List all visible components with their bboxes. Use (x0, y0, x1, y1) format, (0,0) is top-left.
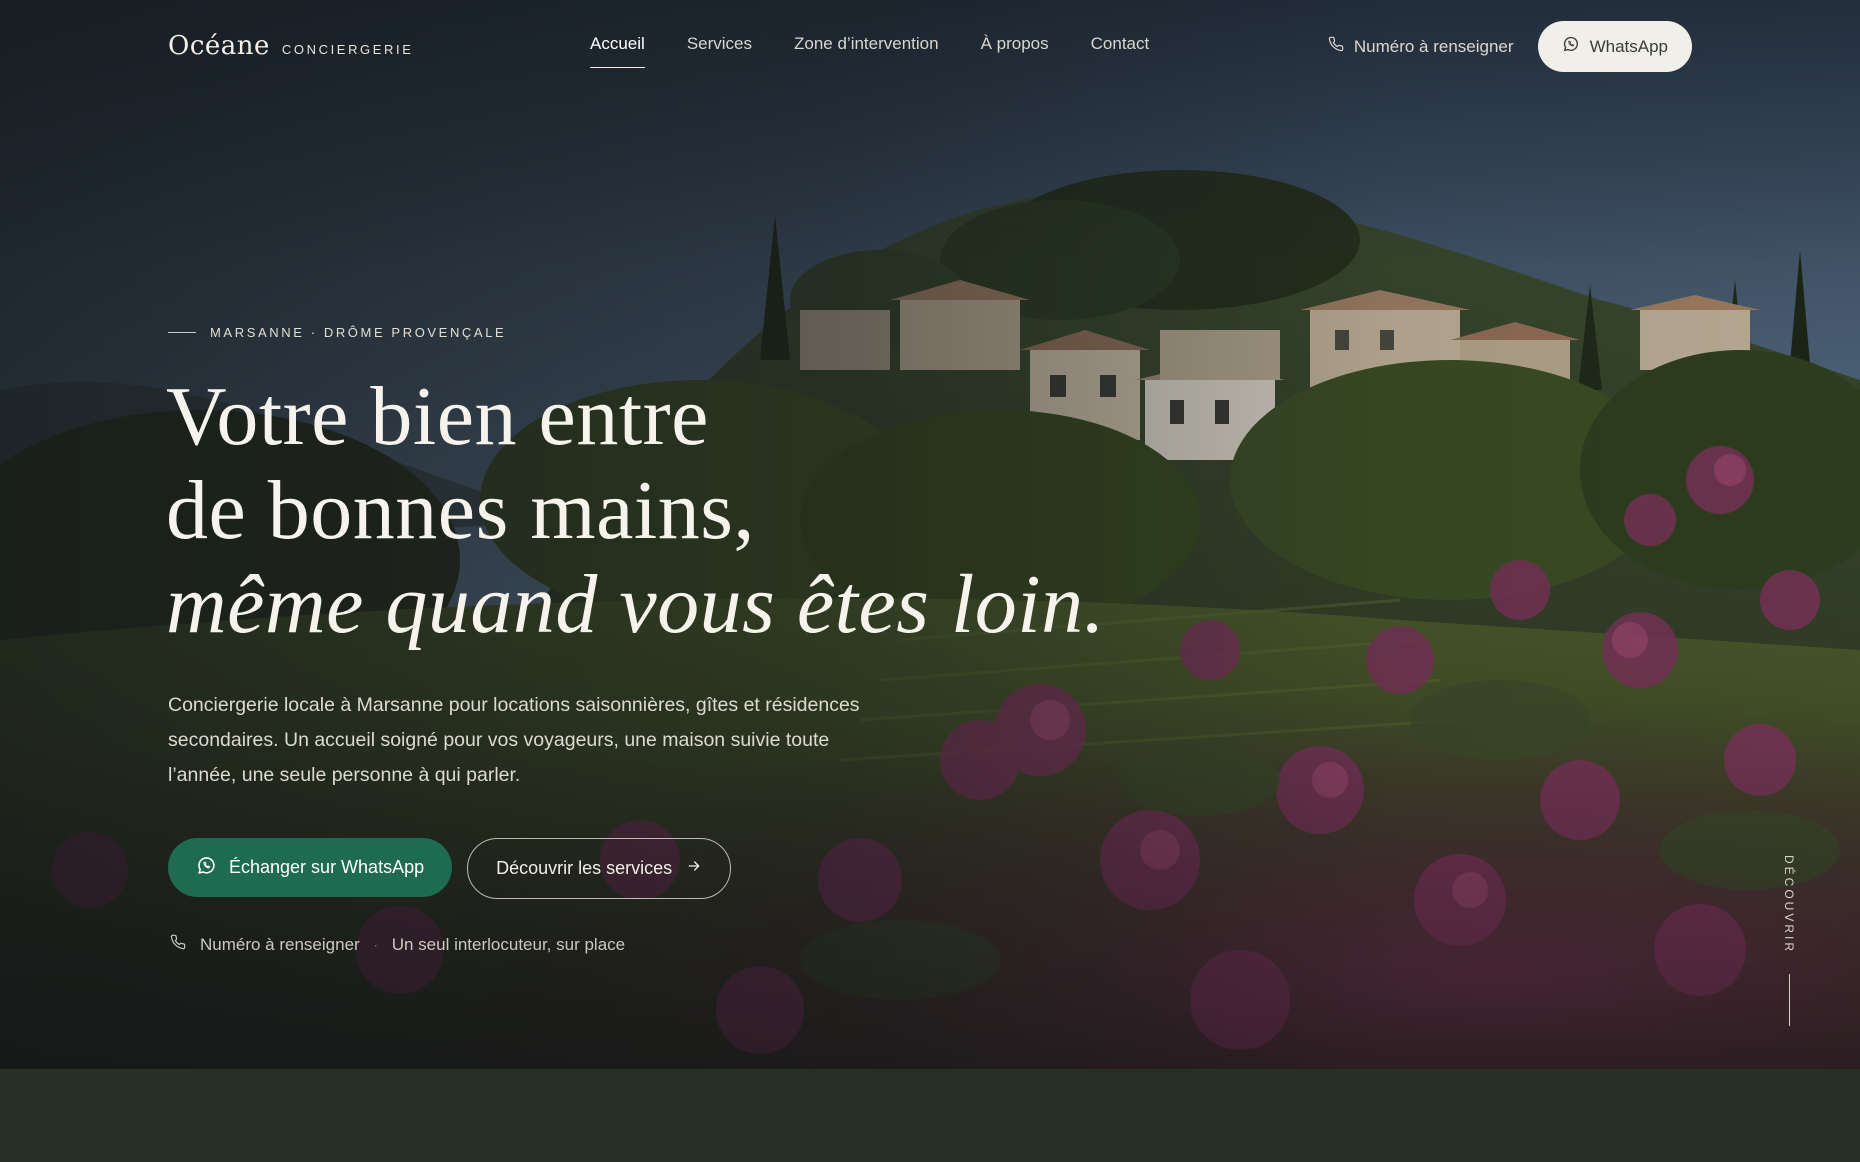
headline-line-1: Votre bien entre (166, 370, 709, 463)
services-cta-label: Découvrir les services (496, 858, 673, 878)
scroll-label: DÉCOUVRIR (1782, 855, 1796, 955)
whatsapp-cta-label: Échanger sur WhatsApp (229, 857, 425, 877)
nav-item-accueil[interactable]: Accueil (590, 34, 645, 68)
header-phone-link[interactable]: Numéro à renseigner (1328, 36, 1514, 57)
whatsapp-icon (196, 855, 217, 881)
nav-item-zone[interactable]: Zone d’intervention (794, 34, 939, 68)
nav-item-a-propos[interactable]: À propos (981, 34, 1049, 68)
scroll-line (1788, 974, 1790, 1027)
headline-line-3: même quand vous êtes loin. (166, 558, 1106, 651)
header-actions: Numéro à renseigner WhatsApp (1328, 21, 1692, 72)
whatsapp-cta-button[interactable]: Échanger sur WhatsApp (168, 838, 453, 897)
scroll-cue[interactable]: DÉCOUVRIR (1782, 855, 1796, 1027)
hero-eyebrow: MARSANNE · DRÔME PROVENÇALE (168, 325, 506, 340)
logo[interactable]: Océane CONCIERGERIE (168, 31, 414, 61)
meta-separator: · (373, 937, 378, 952)
header-whatsapp-label: WhatsApp (1589, 36, 1668, 56)
hero-headline: Votre bien entre de bonnes mains, même q… (166, 370, 1105, 652)
phone-icon (170, 934, 186, 955)
nav-item-services[interactable]: Services (687, 34, 752, 68)
nav-item-contact[interactable]: Contact (1091, 34, 1150, 68)
header-whatsapp-button[interactable]: WhatsApp (1537, 21, 1692, 72)
eyebrow-text: MARSANNE · DRÔME PROVENÇALE (210, 325, 507, 340)
eyebrow-rule (168, 332, 196, 333)
phone-icon (1328, 36, 1344, 57)
headline-line-2: de bonnes mains, (166, 464, 755, 557)
logo-name: Océane (168, 31, 270, 61)
meta-phone-link[interactable]: Numéro à renseigner (200, 935, 360, 955)
hero-cta-row: Échanger sur WhatsApp Découvrir les serv… (168, 838, 732, 899)
arrow-right-icon (686, 858, 702, 879)
hero-meta-row: Numéro à renseigner · Un seul interlocut… (170, 934, 625, 955)
next-section-band (0, 1069, 1860, 1162)
whatsapp-icon (1562, 35, 1580, 58)
hero-lead: Conciergerie locale à Marsanne pour loca… (168, 694, 860, 786)
services-cta-button[interactable]: Découvrir les services (467, 838, 732, 899)
main-nav: Accueil Services Zone d’intervention À p… (590, 34, 1149, 68)
site-header: Océane CONCIERGERIE Accueil Services Zon… (0, 0, 1860, 92)
logo-subtitle: CONCIERGERIE (281, 42, 414, 57)
header-phone-label: Numéro à renseigner (1353, 36, 1514, 56)
meta-tagline: Un seul interlocuteur, sur place (391, 934, 626, 954)
